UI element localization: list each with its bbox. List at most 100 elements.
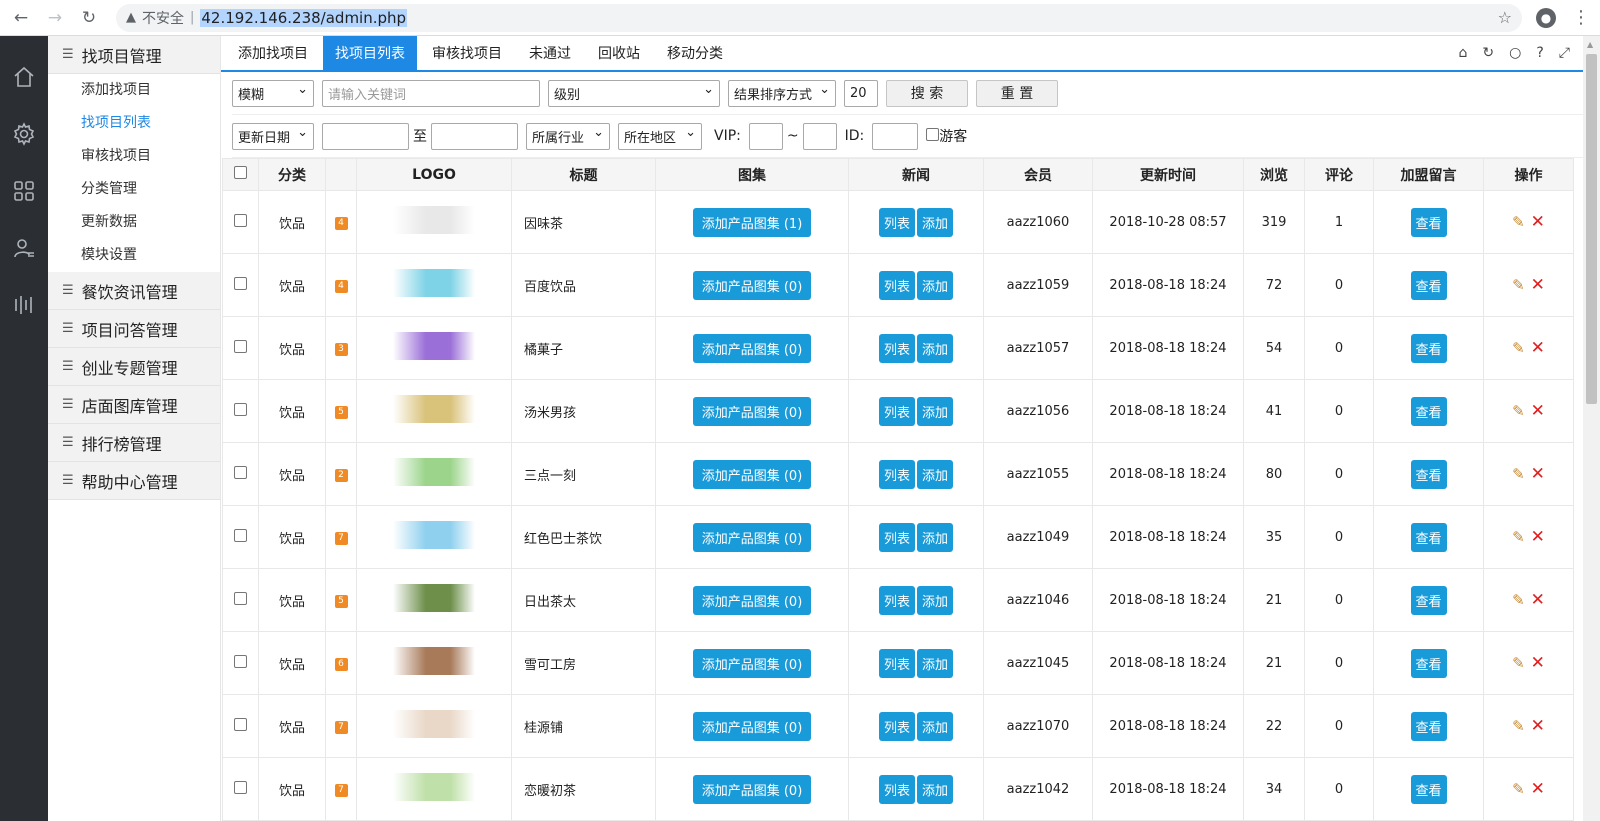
col-logo[interactable]: LOGO xyxy=(356,158,512,191)
edit-pencil-icon[interactable]: ✎ xyxy=(1512,213,1525,231)
add-gallery-button[interactable]: 添加产品图集 (0) xyxy=(693,585,811,615)
title-cell[interactable]: 雪可工房 xyxy=(511,631,656,695)
view-button[interactable]: 查看 xyxy=(1410,711,1447,741)
grid-icon[interactable] xyxy=(0,162,48,219)
bars-icon[interactable] xyxy=(0,276,48,333)
guest-checkbox-box[interactable] xyxy=(926,128,940,141)
search-button[interactable]: 搜 索 xyxy=(886,79,968,107)
back-icon[interactable]: ← xyxy=(10,7,32,29)
news-add-button[interactable]: 添加 xyxy=(917,522,953,552)
add-gallery-button[interactable]: 添加产品图集 (0) xyxy=(693,648,811,678)
gear-icon[interactable] xyxy=(0,105,48,162)
row-checkbox[interactable] xyxy=(234,717,247,731)
match-mode-select[interactable]: 模糊 xyxy=(232,79,314,107)
news-add-button[interactable]: 添加 xyxy=(917,333,953,363)
edit-pencil-icon[interactable]: ✎ xyxy=(1512,654,1525,672)
delete-x-icon[interactable]: ✕ xyxy=(1531,212,1545,232)
view-button[interactable]: 查看 xyxy=(1410,459,1447,489)
logo-image[interactable] xyxy=(393,458,475,486)
logo-image[interactable] xyxy=(393,332,475,360)
guest-checkbox[interactable]: 游客 xyxy=(926,126,967,146)
add-gallery-button[interactable]: 添加产品图集 (1) xyxy=(693,207,811,237)
view-button[interactable]: 查看 xyxy=(1410,585,1447,615)
date-field-select[interactable]: 更新日期 xyxy=(232,122,314,150)
tab-project-list[interactable]: 找项目列表 xyxy=(323,36,417,70)
logo-image[interactable] xyxy=(393,269,475,297)
vip-min-input[interactable] xyxy=(748,122,783,150)
col-news[interactable]: 新闻 xyxy=(848,158,984,191)
logo-image[interactable] xyxy=(393,395,475,423)
delete-x-icon[interactable]: ✕ xyxy=(1531,779,1545,799)
news-list-button[interactable]: 列表 xyxy=(879,648,915,678)
news-list-button[interactable]: 列表 xyxy=(879,270,915,300)
home-icon[interactable] xyxy=(0,48,48,105)
title-cell[interactable]: 汤米男孩 xyxy=(511,379,656,443)
view-button[interactable]: 查看 xyxy=(1410,648,1447,678)
col-comments[interactable]: 评论 xyxy=(1304,158,1374,191)
row-checkbox[interactable] xyxy=(234,528,247,542)
home-icon[interactable]: ⌂ xyxy=(1459,45,1468,61)
view-button[interactable]: 查看 xyxy=(1410,396,1447,426)
edit-pencil-icon[interactable]: ✎ xyxy=(1512,717,1525,735)
news-add-button[interactable]: 添加 xyxy=(917,585,953,615)
tab-move-category[interactable]: 移动分类 xyxy=(655,36,735,70)
sidebar-group-help[interactable]: ☰ 帮助中心管理 xyxy=(48,462,220,500)
col-category[interactable]: 分类 xyxy=(258,158,326,191)
view-button[interactable]: 查看 xyxy=(1410,270,1447,300)
forward-icon[interactable]: → xyxy=(44,7,66,29)
title-cell[interactable]: 恋暖初茶 xyxy=(511,757,656,821)
add-gallery-button[interactable]: 添加产品图集 (0) xyxy=(693,396,811,426)
add-gallery-button[interactable]: 添加产品图集 (0) xyxy=(693,711,811,741)
tab-rejected[interactable]: 未通过 xyxy=(517,36,583,70)
news-list-button[interactable]: 列表 xyxy=(879,585,915,615)
profile-avatar-icon[interactable]: ● xyxy=(1536,7,1556,28)
bookmark-star-icon[interactable]: ☆ xyxy=(1498,8,1512,27)
date-from-input[interactable] xyxy=(322,122,409,150)
address-bar[interactable]: ▲ 不安全 | 42.192.146.238/admin.php ☆ xyxy=(116,3,1522,32)
help-icon[interactable]: ? xyxy=(1536,45,1543,61)
add-gallery-button[interactable]: 添加产品图集 (0) xyxy=(693,459,811,489)
sidebar-group-projects[interactable]: ☰ 找项目管理 xyxy=(48,36,220,74)
tab-review[interactable]: 审核找项目 xyxy=(420,36,514,70)
news-add-button[interactable]: 添加 xyxy=(917,459,953,489)
row-checkbox[interactable] xyxy=(234,465,247,479)
row-checkbox[interactable] xyxy=(234,780,247,794)
search-icon[interactable]: ○ xyxy=(1509,45,1521,61)
news-list-button[interactable]: 列表 xyxy=(879,711,915,741)
tab-add-project[interactable]: 添加找项目 xyxy=(226,36,320,70)
news-list-button[interactable]: 列表 xyxy=(879,207,915,237)
delete-x-icon[interactable]: ✕ xyxy=(1531,401,1545,421)
title-cell[interactable]: 橘菓子 xyxy=(511,316,656,380)
news-add-button[interactable]: 添加 xyxy=(917,774,953,804)
member-cell[interactable]: aazz1042 xyxy=(983,757,1093,821)
news-list-button[interactable]: 列表 xyxy=(879,522,915,552)
view-button[interactable]: 查看 xyxy=(1410,522,1447,552)
title-cell[interactable]: 桂源铺 xyxy=(511,694,656,758)
edit-pencil-icon[interactable]: ✎ xyxy=(1512,528,1525,546)
news-list-button[interactable]: 列表 xyxy=(879,396,915,426)
title-cell[interactable]: 红色巴士茶饮 xyxy=(511,505,656,569)
sidebar-item-category[interactable]: 分类管理 xyxy=(48,173,220,206)
news-add-button[interactable]: 添加 xyxy=(917,648,953,678)
member-cell[interactable]: aazz1057 xyxy=(983,316,1093,380)
title-cell[interactable]: 百度饮品 xyxy=(511,253,656,317)
sidebar-group-topics[interactable]: ☰ 创业专题管理 xyxy=(48,348,220,386)
sidebar-group-gallery[interactable]: ☰ 店面图库管理 xyxy=(48,386,220,424)
col-views[interactable]: 浏览 xyxy=(1243,158,1305,191)
edit-pencil-icon[interactable]: ✎ xyxy=(1512,465,1525,483)
logo-image[interactable] xyxy=(393,521,475,549)
reset-button[interactable]: 重 置 xyxy=(976,79,1058,107)
col-updated[interactable]: 更新时间 xyxy=(1092,158,1244,191)
sidebar-group-ranking[interactable]: ☰ 排行榜管理 xyxy=(48,424,220,462)
edit-pencil-icon[interactable]: ✎ xyxy=(1512,780,1525,798)
member-cell[interactable]: aazz1055 xyxy=(983,442,1093,506)
member-cell[interactable]: aazz1056 xyxy=(983,379,1093,443)
news-add-button[interactable]: 添加 xyxy=(917,207,953,237)
level-select[interactable]: 级别 xyxy=(548,79,720,107)
member-cell[interactable]: aazz1060 xyxy=(983,190,1093,254)
col-gallery[interactable]: 图集 xyxy=(655,158,849,191)
add-gallery-button[interactable]: 添加产品图集 (0) xyxy=(693,270,811,300)
date-to-input[interactable] xyxy=(431,122,518,150)
col-franchise-msg[interactable]: 加盟留言 xyxy=(1373,158,1484,191)
member-cell[interactable]: aazz1046 xyxy=(983,568,1093,632)
